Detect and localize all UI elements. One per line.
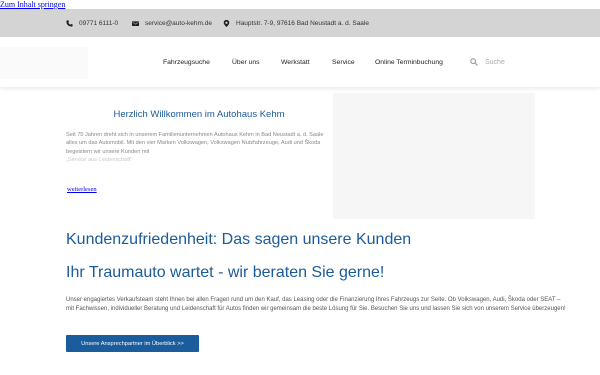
envelope-icon [132,20,139,26]
nav-item-online-terminbuchung[interactable]: Online Terminbuchung [375,37,443,87]
contact-persons-button[interactable]: Unsere Ansprechpartner im Überblick >> [66,335,199,352]
read-more-link[interactable]: weiterlesen [67,186,97,193]
phone-contact[interactable]: 09771 6111-0 [66,9,118,37]
nav-item-ueber-uns[interactable]: Über uns [232,37,260,87]
nav-item-service[interactable]: Service [332,37,355,87]
search-placeholder: Suche [485,58,505,66]
search-icon [470,58,478,66]
email-contact[interactable]: service@auto-kehm.de [132,9,212,37]
dream-car-heading: Ihr Traumauto wartet - wir beraten Sie g… [66,264,385,281]
sales-team-paragraph: Unser engagiertes Verkaufsteam steht Ihn… [66,297,566,313]
top-contact-bar: 09771 6111-0 service@auto-kehm.de Haupts… [0,9,600,37]
nav-item-werkstatt[interactable]: Werkstatt [281,37,310,87]
logo[interactable] [0,47,88,79]
phone-icon [66,19,73,27]
nav-item-fahrzeugsuche[interactable]: Fahrzeugsuche [163,37,210,87]
main-header: Fahrzeugsuche Über uns Werkstatt Service… [0,37,600,87]
welcome-text: Seit 75 Jahren dreht sich in unserem Fam… [66,131,336,164]
address-contact: Hauptstr. 7-9, 97616 Bad Neustadt a. d. … [223,9,369,37]
phone-number: 09771 6111-0 [79,19,119,27]
welcome-title: Herzlich Willkommen im Autohaus Kehm [113,109,285,120]
search-box[interactable]: Suche [470,37,505,87]
map-marker-icon [223,19,230,27]
welcome-image [333,93,535,219]
customer-satisfaction-heading: Kundenzufriedenheit: Das sagen unsere Ku… [66,231,412,248]
email-address: service@auto-kehm.de [145,19,212,27]
welcome-text-body: Seit 75 Jahren dreht sich in unserem Fam… [66,132,324,155]
address-text: Hauptstr. 7-9, 97616 Bad Neustadt a. d. … [236,19,369,27]
welcome-text-faded: „Service aus Leidenschaft“ [66,156,133,163]
